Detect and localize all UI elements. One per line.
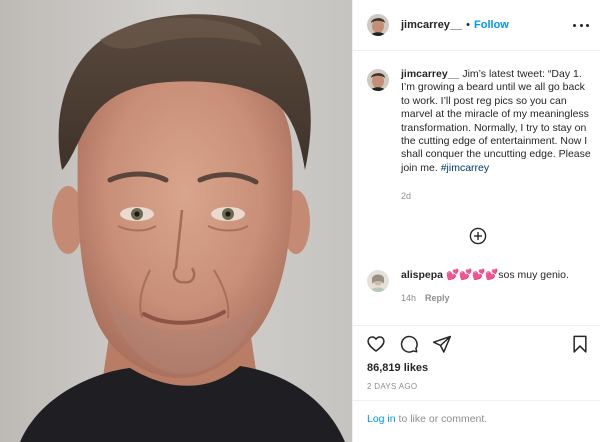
avatar[interactable] — [367, 270, 389, 292]
caption-body: jimcarrey__ Jim’s latest tweet: “Day 1. … — [401, 68, 591, 201]
profile-picture — [367, 69, 389, 91]
login-prompt-text: to like or comment. — [395, 413, 488, 425]
caption-message: Jim’s latest tweet: “Day 1. I’m growing … — [401, 68, 591, 174]
comment-meta: 14h Reply — [401, 293, 569, 303]
profile-picture — [367, 14, 389, 36]
more-dot — [579, 23, 583, 27]
post-timestamp: 2 DAYS AGO — [367, 382, 418, 391]
comment-body: alispepa 💕💕💕💕sos muy genio. 14h Reply — [401, 268, 569, 303]
post-details-panel: jimcarrey__ • Follow jimcarrey__ Jim’s l — [352, 0, 600, 442]
comment-age: 14h — [401, 293, 417, 303]
post-photo[interactable] — [0, 0, 352, 442]
action-bar — [366, 334, 590, 356]
caption-username[interactable]: jimcarrey__ — [401, 68, 459, 80]
login-link[interactable]: Log in — [367, 413, 396, 425]
bookmark-icon[interactable] — [570, 334, 590, 354]
hashtag-link[interactable]: #jimcarrey — [441, 162, 489, 174]
login-divider — [353, 400, 600, 401]
plus-circle-icon[interactable] — [469, 227, 487, 245]
avatar[interactable] — [367, 14, 389, 36]
more-options-icon[interactable] — [573, 17, 589, 33]
login-prompt: Log in to like or comment. — [367, 413, 487, 425]
instagram-post: jimcarrey__ • Follow jimcarrey__ Jim’s l — [0, 0, 600, 442]
commenter-username[interactable]: alispepa — [401, 269, 443, 281]
avatar[interactable] — [367, 69, 389, 91]
comment-icon[interactable] — [399, 334, 419, 354]
more-dot — [586, 23, 589, 27]
caption-age: 2d — [401, 191, 412, 202]
post-header: jimcarrey__ • Follow — [353, 0, 600, 51]
separator-dot: • — [466, 19, 471, 31]
comment-message: sos muy genio. — [498, 269, 569, 281]
commenter-profile-picture — [367, 270, 389, 292]
share-icon[interactable] — [432, 334, 452, 354]
author-username[interactable]: jimcarrey__ — [401, 19, 462, 31]
reply-button[interactable]: Reply — [425, 293, 450, 303]
comment-emoji: 💕💕💕💕 — [445, 269, 499, 281]
comment-text: alispepa 💕💕💕💕sos muy genio. — [401, 268, 569, 282]
heart-icon[interactable] — [366, 334, 386, 354]
actions-divider — [353, 325, 600, 326]
comment-item: alispepa 💕💕💕💕sos muy genio. 14h Reply — [367, 268, 593, 303]
post-caption: jimcarrey__ Jim’s latest tweet: “Day 1. … — [367, 68, 593, 201]
selfie-portrait-image — [0, 0, 352, 442]
load-more-comments-glyph — [469, 227, 487, 245]
follow-button[interactable]: Follow — [474, 19, 509, 31]
more-dot — [573, 23, 576, 27]
like-count[interactable]: 86,819 likes — [367, 362, 428, 374]
caption-text: jimcarrey__ Jim’s latest tweet: “Day 1. … — [401, 68, 591, 175]
